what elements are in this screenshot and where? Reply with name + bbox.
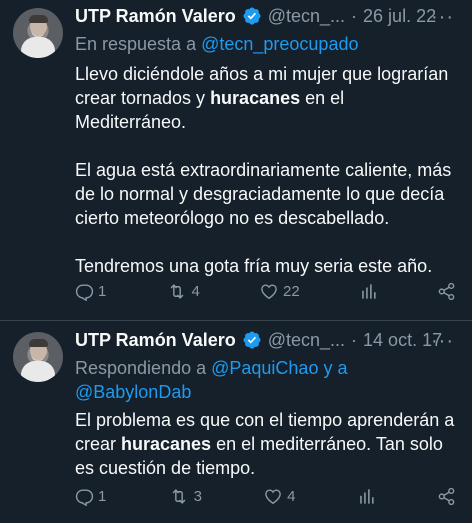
tweet[interactable]: UTP Ramón Valero @tecn_... · 14 oct. 17 … xyxy=(0,321,472,523)
retweet-icon xyxy=(172,489,186,504)
highlight-word: huracanes xyxy=(210,88,301,108)
retweet-count: 4 xyxy=(191,283,200,300)
tweet-date[interactable]: 26 jul. 22 xyxy=(363,4,436,28)
tweet-header: UTP Ramón Valero @tecn_... · 14 oct. 17 xyxy=(75,328,456,352)
retweet-count: 3 xyxy=(193,488,202,505)
views-button[interactable] xyxy=(359,282,378,301)
reply-prefix: Respondiendo a xyxy=(75,358,212,378)
separator: · xyxy=(351,6,358,26)
more-options-icon[interactable]: ··· xyxy=(431,330,454,353)
author-handle[interactable]: @tecn_... xyxy=(268,4,345,28)
text-paragraph: El agua está extraordinariamente calient… xyxy=(75,160,452,228)
like-button[interactable]: 22 xyxy=(259,282,300,301)
share-button[interactable] xyxy=(437,487,456,506)
tweet-text: Llevo diciéndole años a mi mujer que log… xyxy=(75,62,456,278)
like-button[interactable]: 4 xyxy=(263,487,296,506)
reply-icon xyxy=(75,489,94,506)
author-name[interactable]: UTP Ramón Valero xyxy=(75,328,236,352)
highlight-word: huracanes xyxy=(121,434,212,454)
reply-count: 1 xyxy=(98,488,107,505)
share-icon xyxy=(438,487,455,506)
tweet[interactable]: UTP Ramón Valero @tecn_... · 26 jul. 22 … xyxy=(0,0,472,321)
reply-button[interactable]: 1 xyxy=(75,282,106,301)
action-bar: 1 4 22 xyxy=(75,282,456,301)
more-options-icon[interactable]: ··· xyxy=(431,6,454,29)
reply-icon xyxy=(75,284,94,301)
reply-mention[interactable]: @BabylonDab xyxy=(75,382,191,402)
verified-badge-icon xyxy=(242,330,262,350)
author-handle[interactable]: @tecn_... xyxy=(268,328,345,352)
author-name[interactable]: UTP Ramón Valero xyxy=(75,4,236,28)
analytics-icon xyxy=(362,284,376,299)
reply-mention[interactable]: @tecn_preocupado xyxy=(201,34,358,54)
avatar[interactable] xyxy=(13,8,63,58)
tweet-header: UTP Ramón Valero @tecn_... · 26 jul. 22 xyxy=(75,4,456,28)
retweet-button[interactable]: 4 xyxy=(166,282,200,301)
verified-badge-icon xyxy=(242,6,262,26)
avatar[interactable] xyxy=(13,332,63,382)
separator: · xyxy=(351,330,358,350)
text-paragraph: Tendremos una gota fría muy seria este a… xyxy=(75,256,433,276)
like-count: 4 xyxy=(287,488,296,505)
views-button[interactable] xyxy=(357,487,376,506)
retweet-button[interactable]: 3 xyxy=(168,487,202,506)
reply-count: 1 xyxy=(98,283,107,300)
reply-prefix: En respuesta a xyxy=(75,34,202,54)
retweet-icon xyxy=(170,284,183,299)
heart-icon xyxy=(265,489,281,505)
reply-and: y a xyxy=(318,358,348,378)
share-icon xyxy=(438,282,455,301)
analytics-icon xyxy=(359,489,374,504)
action-bar: 1 3 4 xyxy=(75,487,456,506)
reply-mention[interactable]: @PaquiChao xyxy=(211,358,318,378)
tweet-text: El problema es que con el tiempo aprende… xyxy=(75,408,456,480)
reply-context: En respuesta a @tecn_preocupado xyxy=(75,32,456,56)
share-button[interactable] xyxy=(437,282,456,301)
like-count: 22 xyxy=(283,283,300,300)
reply-button[interactable]: 1 xyxy=(75,487,106,506)
reply-context: Respondiendo a @PaquiChao y a @BabylonDa… xyxy=(75,356,456,404)
heart-icon xyxy=(261,284,277,300)
